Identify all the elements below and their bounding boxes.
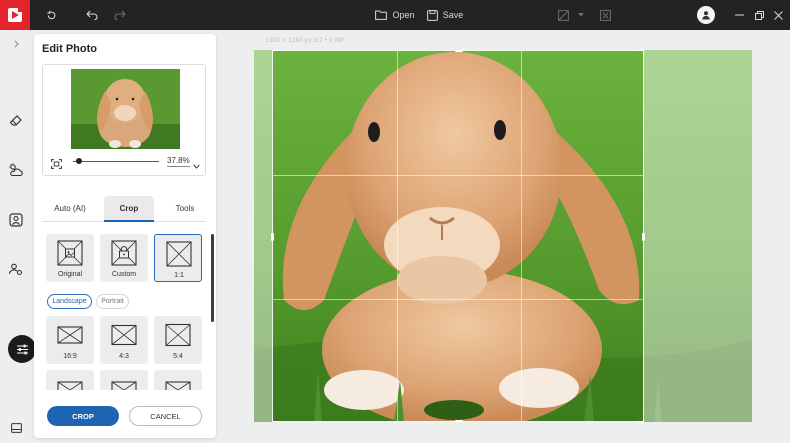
app-logo-icon bbox=[0, 0, 30, 30]
photo-canvas[interactable] bbox=[254, 50, 752, 422]
weather-sky-icon[interactable] bbox=[4, 158, 28, 182]
eraser-icon[interactable] bbox=[4, 108, 28, 132]
edit-tabs: Auto (AI) Crop Tools bbox=[42, 196, 206, 222]
fullscreen-icon[interactable] bbox=[597, 0, 613, 30]
portrait-person-icon[interactable] bbox=[4, 208, 28, 232]
panel-title: Edit Photo bbox=[42, 43, 97, 55]
people-settings-icon[interactable] bbox=[4, 257, 28, 281]
crop-preset-original[interactable]: Original bbox=[46, 234, 94, 282]
near-square-frame-icon bbox=[165, 323, 191, 347]
square-frame-icon bbox=[166, 241, 192, 267]
minimize-icon[interactable] bbox=[733, 0, 745, 30]
zoom-slider-track[interactable] bbox=[73, 161, 159, 162]
crop-grid-line bbox=[521, 51, 522, 421]
edit-photo-panel: Edit Photo 37.8% Auto (AI) Crop Tools Or… bbox=[34, 34, 216, 438]
gallery-panel-icon[interactable] bbox=[4, 416, 28, 440]
crop-handle-top[interactable] bbox=[455, 50, 463, 52]
user-avatar-icon[interactable] bbox=[697, 6, 715, 24]
portrait-toggle[interactable]: Portrait bbox=[96, 294, 129, 309]
crop-preset-custom[interactable]: Custom bbox=[100, 234, 148, 282]
image-frame-icon bbox=[57, 240, 83, 266]
frame-icon bbox=[57, 381, 83, 390]
floppy-disk-icon bbox=[426, 9, 438, 21]
zoom-dropdown-chevron-icon[interactable] bbox=[193, 156, 200, 174]
tab-auto-ai[interactable]: Auto (AI) bbox=[44, 196, 96, 221]
crop-frame[interactable] bbox=[271, 50, 645, 422]
close-icon[interactable] bbox=[771, 0, 785, 30]
tab-crop[interactable]: Crop bbox=[104, 196, 154, 221]
crop-handle-left[interactable] bbox=[271, 233, 274, 241]
crop-ratio-16-9-label: 16:9 bbox=[63, 353, 77, 360]
crop-outside-left bbox=[254, 50, 272, 422]
folder-icon bbox=[375, 10, 388, 20]
frame-icon bbox=[165, 381, 191, 390]
crop-ratio-more-2[interactable] bbox=[100, 370, 148, 390]
zoom-level-value[interactable]: 37.8% bbox=[167, 156, 190, 167]
crop-ratio-more-1[interactable] bbox=[46, 370, 94, 390]
crop-handle-right[interactable] bbox=[642, 233, 645, 241]
crop-handle-bottom[interactable] bbox=[455, 420, 463, 422]
compare-icon[interactable] bbox=[555, 0, 571, 30]
adjustments-sliders-icon[interactable] bbox=[8, 335, 36, 363]
crop-handle-bottom-left[interactable] bbox=[272, 415, 279, 422]
crop-preset-original-label: Original bbox=[57, 271, 83, 278]
crop-ratio-5-4[interactable]: 5:4 bbox=[154, 316, 202, 364]
zoom-slider-handle[interactable] bbox=[76, 158, 83, 164]
photo-preview: 37.8% bbox=[42, 64, 206, 176]
save-button[interactable]: Save bbox=[426, 0, 464, 30]
frame-icon bbox=[111, 381, 137, 390]
landscape-toggle[interactable]: Landscape bbox=[47, 294, 92, 309]
preview-thumbnail[interactable] bbox=[71, 69, 180, 149]
zoom-row: 37.8% bbox=[43, 153, 207, 169]
crop-handle-bottom-right[interactable] bbox=[637, 415, 644, 422]
crop-button[interactable]: CROP bbox=[47, 406, 119, 426]
redo-icon[interactable] bbox=[109, 0, 131, 30]
crop-ratio-16-9[interactable]: 16:9 bbox=[46, 316, 94, 364]
fit-to-screen-icon[interactable] bbox=[51, 156, 62, 174]
crop-ratio-row-more bbox=[46, 370, 210, 390]
crop-ratio-4-3[interactable]: 4:3 bbox=[100, 316, 148, 364]
compare-dropdown-icon[interactable] bbox=[575, 0, 587, 30]
lock-frame-icon bbox=[111, 240, 137, 266]
wide-frame-icon bbox=[57, 326, 83, 344]
crop-grid-line bbox=[273, 299, 643, 300]
crop-preset-1-1-label: 1:1 bbox=[174, 272, 184, 279]
crop-preset-custom-label: Custom bbox=[111, 271, 137, 278]
crop-handle-top-right[interactable] bbox=[637, 50, 644, 57]
crop-grid-line bbox=[397, 51, 398, 421]
panel-scrollbar[interactable] bbox=[211, 234, 214, 322]
rotate-icon[interactable] bbox=[40, 0, 62, 30]
image-size-readout: 1920 × 1280 px 3:2 • 1 MP bbox=[266, 38, 345, 44]
left-tool-rail bbox=[0, 30, 36, 443]
crop-handle-top-left[interactable] bbox=[272, 50, 279, 57]
open-label: Open bbox=[392, 10, 415, 20]
tab-tools[interactable]: Tools bbox=[160, 196, 210, 221]
top-bar: Open Save bbox=[0, 0, 790, 30]
standard-frame-icon bbox=[111, 324, 137, 346]
crop-ratio-4-3-label: 4:3 bbox=[119, 353, 129, 360]
active-tab-indicator bbox=[104, 220, 154, 222]
open-button[interactable]: Open bbox=[375, 0, 415, 30]
crop-grid-line bbox=[273, 175, 643, 176]
save-label: Save bbox=[442, 10, 464, 20]
cancel-button[interactable]: CANCEL bbox=[129, 406, 202, 426]
crop-ratio-5-4-label: 5:4 bbox=[173, 353, 183, 360]
undo-icon[interactable] bbox=[81, 0, 103, 30]
crop-preset-1-1[interactable]: 1:1 bbox=[154, 234, 202, 282]
crop-ratio-more-3[interactable] bbox=[154, 370, 202, 390]
expand-chevron-icon[interactable] bbox=[4, 32, 28, 56]
restore-icon[interactable] bbox=[752, 0, 766, 30]
crop-outside-right bbox=[644, 50, 752, 422]
